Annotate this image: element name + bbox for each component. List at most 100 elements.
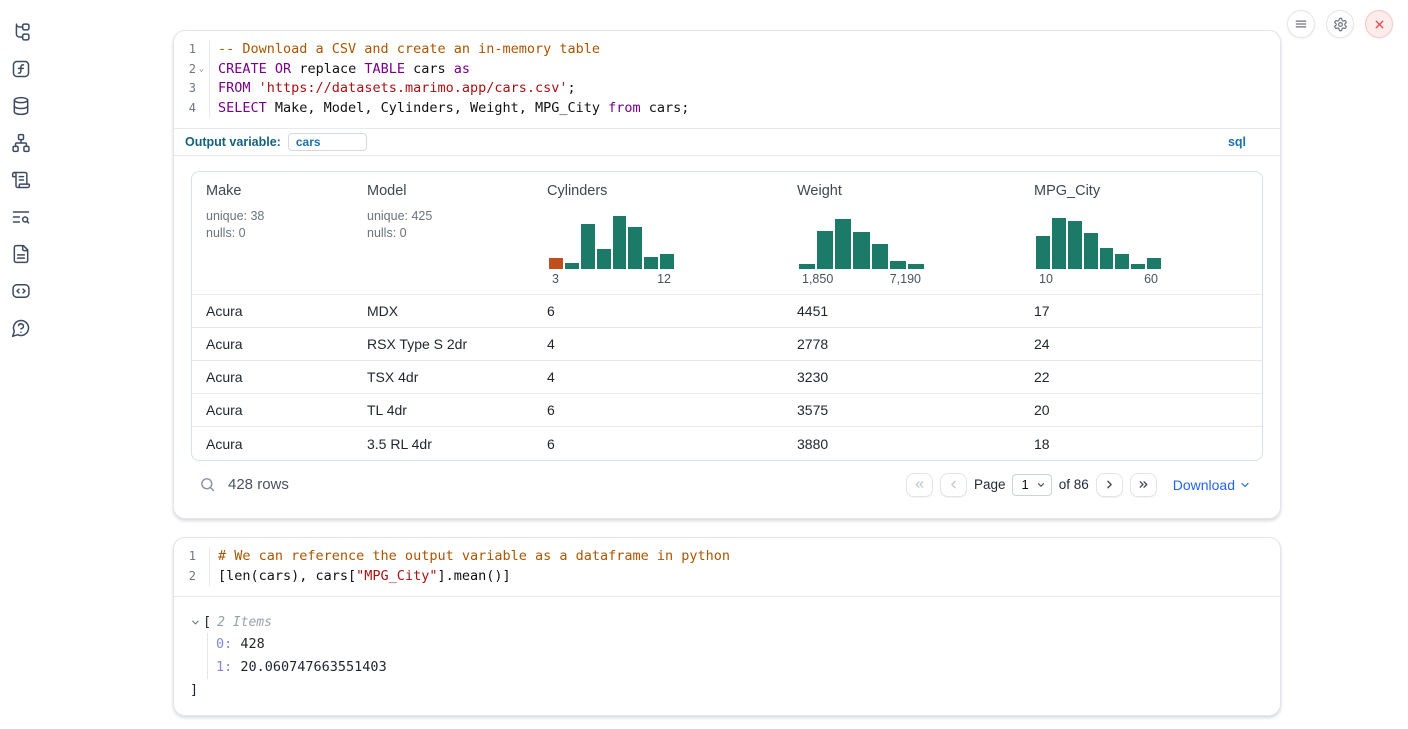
last-page-button[interactable] (1130, 473, 1157, 497)
table-cell: 3.5 RL 4dr (353, 436, 533, 452)
table-cell: 6 (533, 436, 783, 452)
table-row[interactable]: Acura3.5 RL 4dr6388018 (192, 427, 1262, 460)
line-number-gutter: 12 (174, 547, 210, 586)
tree-entry-value: 20.060747663551403 (232, 659, 386, 675)
histogram-bar (628, 227, 642, 269)
table-cell: 17 (1020, 303, 1262, 319)
notebook: 12⌄34 -- Download a CSV and create an in… (173, 30, 1281, 716)
table-row[interactable]: AcuraTL 4dr6357520 (192, 394, 1262, 427)
tree-entry-index: 1: (216, 659, 232, 675)
tree-entry: 0: 428 (216, 633, 1264, 656)
code-line: -- Download a CSV and create an in-memor… (218, 40, 1280, 60)
column-title: Weight (797, 183, 842, 199)
table-cell: TL 4dr (353, 402, 533, 418)
histogram-bar (613, 216, 627, 269)
data-table: Make unique: 38 nulls: 0 Model unique: 4… (191, 171, 1263, 461)
histogram-range-labels: 3 12 (549, 272, 674, 286)
histogram-bar (1131, 264, 1145, 269)
histogram-bar (890, 261, 906, 269)
table-cell: 22 (1020, 369, 1262, 385)
page-number-select[interactable]: 1 (1012, 474, 1051, 496)
search-icon[interactable] (199, 476, 216, 493)
table-cell: 3230 (783, 369, 1020, 385)
document-icon[interactable] (9, 243, 33, 265)
python-cell: 12 # We can reference the output variabl… (173, 537, 1281, 716)
logs-search-icon[interactable] (9, 206, 33, 228)
column-stats: unique: 38 nulls: 0 (206, 208, 264, 242)
next-page-button[interactable] (1096, 473, 1123, 497)
function-icon[interactable] (9, 58, 33, 80)
collapse-chevron-icon[interactable] (190, 617, 201, 628)
table-cell: 6 (533, 303, 783, 319)
file-tree-icon[interactable] (9, 21, 33, 43)
histogram-min-label: 3 (552, 272, 559, 286)
dependency-graph-icon[interactable] (9, 132, 33, 154)
histogram-bar (817, 231, 833, 269)
histogram-bar (908, 264, 924, 269)
histogram-bar (1068, 221, 1082, 269)
histogram-max-label: 7,190 (890, 272, 921, 286)
sql-code-editor[interactable]: 12⌄34 -- Download a CSV and create an in… (174, 31, 1280, 128)
output-variable-input[interactable] (288, 133, 367, 151)
column-title: Make (206, 183, 241, 199)
help-icon[interactable] (9, 317, 33, 339)
column-stats: unique: 425 nulls: 0 (367, 208, 432, 242)
table-header-row: Make unique: 38 nulls: 0 Model unique: 4… (192, 172, 1262, 295)
histogram-bar (660, 254, 674, 269)
code-line: CREATE OR replace TABLE cars as (218, 60, 1280, 80)
settings-gear-icon[interactable] (1326, 10, 1354, 38)
top-actions (1287, 10, 1393, 38)
line-number: 1 (174, 547, 209, 567)
table-cell: Acura (192, 436, 353, 452)
table-cell: 24 (1020, 336, 1262, 352)
row-count-label: 428 rows (228, 476, 289, 493)
code-line: SELECT Make, Model, Cylinders, Weight, M… (218, 99, 1280, 119)
total-pages-label: of 86 (1059, 477, 1089, 492)
table-cell: MDX (353, 303, 533, 319)
table-row[interactable]: AcuraMDX6445117 (192, 295, 1262, 328)
previous-page-button[interactable] (940, 473, 967, 497)
code-lines: # We can reference the output variable a… (210, 547, 1280, 586)
histogram-bar (644, 257, 658, 269)
fold-chevron-icon[interactable]: ⌄ (196, 60, 207, 80)
histogram-bar (597, 249, 611, 269)
line-number-gutter: 12⌄34 (174, 40, 210, 118)
table-cell: 18 (1020, 436, 1262, 452)
histogram-max-label: 12 (657, 272, 671, 286)
chevron-down-icon (1036, 480, 1046, 490)
histogram-bar (549, 258, 563, 269)
code-lines: -- Download a CSV and create an in-memor… (210, 40, 1280, 118)
column-header-cylinders: Cylinders 3 12 (533, 172, 783, 294)
histogram-bar (835, 219, 851, 269)
column-header-make: Make unique: 38 nulls: 0 (192, 172, 353, 294)
tree-entry-index: 0: (216, 636, 232, 652)
histogram-bar (1036, 236, 1050, 269)
table-cell: Acura (192, 369, 353, 385)
table-cell: 4451 (783, 303, 1020, 319)
histogram-max-label: 60 (1144, 272, 1158, 286)
table-row[interactable]: AcuraTSX 4dr4323022 (192, 361, 1262, 394)
first-page-button[interactable] (906, 473, 933, 497)
python-code-editor[interactable]: 12 # We can reference the output variabl… (174, 538, 1280, 596)
open-bracket: [ (203, 614, 211, 630)
table-footer: 428 rows Page 1 of 86 (191, 461, 1263, 508)
histogram-bar (1115, 254, 1129, 269)
histogram-bar (1084, 233, 1098, 269)
database-icon[interactable] (9, 95, 33, 117)
shutdown-close-icon[interactable] (1365, 10, 1393, 38)
menu-icon[interactable] (1287, 10, 1315, 38)
histogram-range-labels: 10 60 (1036, 272, 1161, 286)
page-label: Page (974, 477, 1006, 492)
table-row[interactable]: AcuraRSX Type S 2dr4277824 (192, 328, 1262, 361)
chevron-down-icon (1239, 479, 1251, 491)
table-cell: 3575 (783, 402, 1020, 418)
table-cell: 4 (533, 369, 783, 385)
pagination: Page 1 of 86 Download (906, 473, 1263, 497)
sql-cell: 12⌄34 -- Download a CSV and create an in… (173, 30, 1281, 519)
download-button[interactable]: Download (1173, 477, 1251, 493)
snippets-icon[interactable] (9, 280, 33, 302)
histogram-bar (799, 264, 815, 269)
python-cell-output: [ 2 Items 0: 4281: 20.060747663551403 ] (174, 596, 1280, 715)
scroll-icon[interactable] (9, 169, 33, 191)
stat-nulls: nulls: 0 (367, 225, 432, 242)
